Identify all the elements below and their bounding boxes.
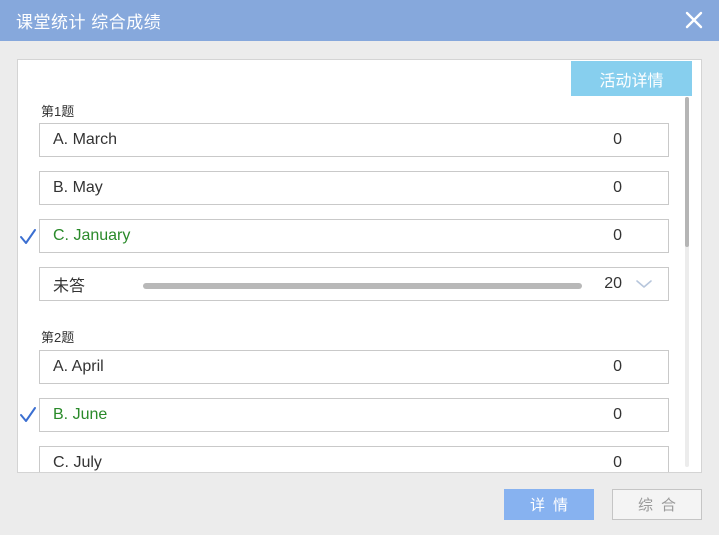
activity-details-button[interactable]: 活动详情	[571, 61, 692, 96]
option-count: 0	[613, 179, 622, 196]
stats-panel: 活动详情 第1题 A. March 0 B. May 0 C. January …	[17, 59, 702, 473]
option-count: 0	[613, 358, 622, 375]
option-text: C. July	[53, 454, 102, 471]
summary-button[interactable]: 综合	[612, 489, 702, 520]
scrollbar[interactable]	[685, 97, 689, 467]
unanswered-progress-bar	[143, 283, 582, 289]
option-row-correct[interactable]: C. January 0	[39, 219, 669, 253]
detail-button[interactable]: 详情	[504, 489, 594, 520]
question-label: 第2题	[41, 330, 75, 345]
option-text: C. January	[53, 227, 131, 244]
option-text: B. May	[53, 179, 103, 196]
unanswered-row[interactable]: 未答 20	[39, 267, 669, 301]
check-icon	[20, 229, 36, 244]
option-text: A. March	[53, 131, 118, 148]
option-text: B. June	[53, 406, 108, 423]
option-row-correct[interactable]: B. June 0	[39, 398, 669, 432]
unanswered-count: 20	[604, 275, 622, 292]
check-icon	[20, 407, 36, 422]
option-row[interactable]: C. July 0	[39, 446, 669, 472]
close-icon[interactable]	[683, 9, 705, 31]
option-row[interactable]: A. March 0	[39, 123, 669, 157]
option-row[interactable]: A. April 0	[39, 350, 669, 384]
option-count: 0	[613, 131, 622, 148]
option-text: A. April	[53, 358, 104, 375]
scrollbar-thumb[interactable]	[685, 97, 689, 247]
option-count: 0	[613, 227, 622, 244]
title-bar: 课堂统计 综合成绩	[0, 0, 719, 41]
question-label: 第1题	[41, 104, 75, 119]
option-count: 0	[613, 406, 622, 423]
chevron-down-icon[interactable]	[636, 278, 652, 290]
option-count: 0	[613, 454, 622, 471]
window-title: 课堂统计 综合成绩	[16, 13, 162, 32]
option-row[interactable]: B. May 0	[39, 171, 669, 205]
unanswered-label: 未答	[53, 278, 86, 295]
